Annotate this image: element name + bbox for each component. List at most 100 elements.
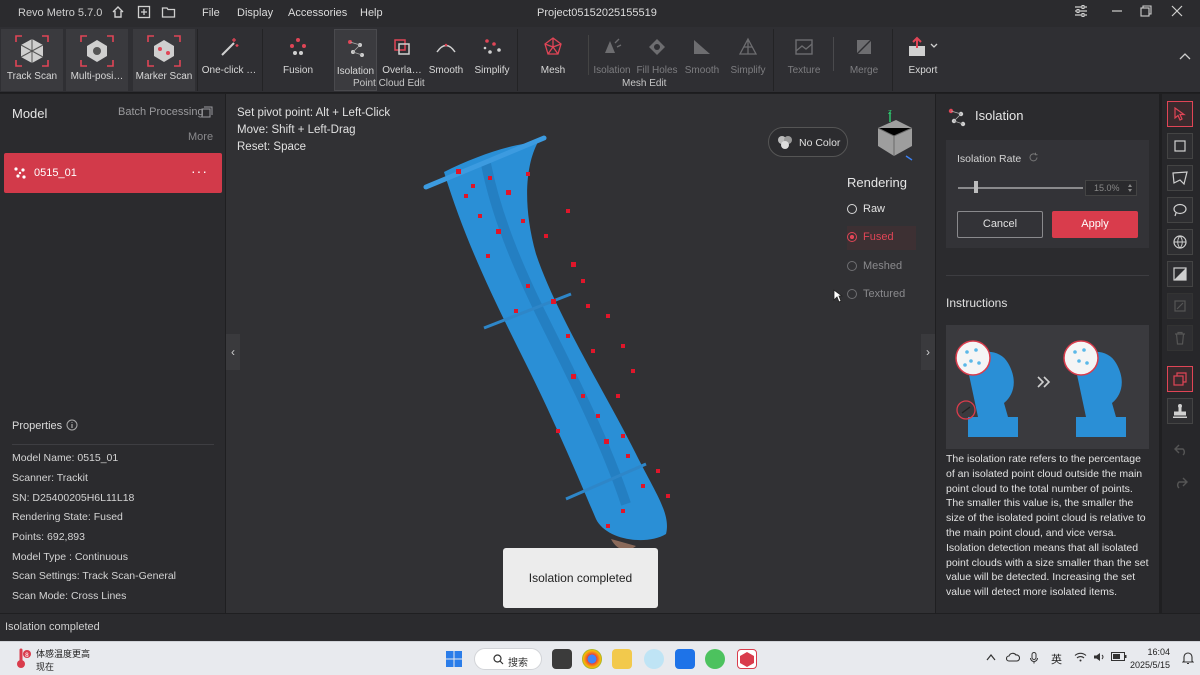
toolbar-separator (517, 29, 518, 91)
view-cube[interactable]: z (866, 108, 920, 165)
reset-rate-icon[interactable] (1028, 152, 1039, 166)
weather-line-1: 体感温度更高 (36, 649, 91, 659)
undo-icon[interactable] (1174, 444, 1188, 459)
mesh-button[interactable]: Mesh (537, 29, 569, 91)
chrome-icon[interactable] (582, 649, 602, 669)
layers-icon (1173, 372, 1187, 386)
rendering-fused-label: Fused (863, 231, 894, 243)
export-button[interactable]: Export (904, 29, 942, 91)
point-cloud-icon (12, 165, 28, 184)
file-explorer-icon[interactable] (612, 649, 632, 669)
home-icon[interactable] (110, 5, 126, 21)
wifi-icon[interactable] (1074, 652, 1087, 665)
marker-scan-label: Marker Scan (135, 71, 193, 82)
collapse-left-panel-button[interactable]: ‹ (226, 334, 240, 370)
radio-fused (847, 232, 857, 242)
brush-select-button[interactable] (1167, 229, 1193, 255)
menu-display[interactable]: Display (237, 7, 273, 19)
polygon-select-button[interactable] (1167, 165, 1193, 191)
collapse-right-panel-button[interactable]: › (921, 334, 935, 370)
isolation-rate-input[interactable]: 15.0% (1085, 180, 1137, 196)
collapse-ribbon-icon[interactable] (1176, 47, 1194, 65)
revo-metro-taskbar-icon[interactable] (737, 649, 757, 669)
open-folder-icon[interactable] (160, 5, 176, 21)
restore-icon[interactable] (1137, 4, 1155, 22)
batch-processing-icon[interactable] (201, 106, 213, 121)
pointer-select-button[interactable] (1167, 101, 1193, 127)
rectangle-select-button[interactable] (1167, 133, 1193, 159)
no-color-toggle[interactable]: No Color (768, 127, 848, 157)
track-scan-icon (13, 33, 51, 69)
apply-button[interactable]: Apply (1052, 211, 1138, 238)
stamp-icon (1173, 404, 1187, 418)
mesh-smooth-icon (684, 31, 720, 63)
clock-time: 16:04 (1147, 647, 1170, 657)
multi-position-button[interactable]: Multi-posi… (66, 29, 128, 91)
battery-icon[interactable] (1111, 652, 1127, 664)
batch-processing-button[interactable]: Batch Processing (118, 106, 204, 118)
track-scan-button[interactable]: Track Scan (1, 29, 63, 91)
input-method-label[interactable]: 英 (1051, 651, 1062, 667)
one-click-button[interactable]: One-click … (201, 29, 257, 91)
spinner-icon[interactable] (1127, 183, 1133, 197)
onedrive-icon[interactable] (1005, 652, 1021, 665)
simplify-icon (474, 31, 510, 63)
marker-scan-button[interactable]: Marker Scan (133, 29, 195, 91)
model-item-menu-button[interactable]: ··· (191, 163, 208, 179)
mesh-simplify-button[interactable]: Simplify (728, 29, 768, 91)
rendering-raw-option[interactable]: Raw (847, 198, 917, 222)
rendering-title: Rendering (847, 175, 907, 190)
menu-file[interactable]: File (202, 7, 220, 19)
tray-chevron-icon[interactable] (986, 652, 996, 664)
messenger-app-icon[interactable] (675, 649, 695, 669)
fusion-button[interactable]: Fusion (278, 29, 318, 91)
rendering-raw-label: Raw (863, 203, 886, 215)
rendering-textured-option[interactable]: Textured (847, 283, 917, 307)
lasso-select-button[interactable] (1167, 197, 1193, 223)
texture-button[interactable]: Texture (786, 29, 822, 91)
rendering-meshed-option[interactable]: Meshed (847, 255, 917, 279)
close-icon[interactable] (1168, 4, 1186, 22)
system-clock[interactable]: 16:04 2025/5/15 (1130, 646, 1170, 672)
model-list-item[interactable]: 0515_01 ··· (4, 153, 222, 193)
new-project-icon[interactable] (136, 5, 152, 21)
scanned-model[interactable] (226, 94, 935, 613)
settings-sliders-icon[interactable] (1072, 4, 1090, 22)
svg-text:8: 8 (25, 652, 29, 659)
menu-help[interactable]: Help (360, 7, 383, 19)
texture-label: Texture (787, 65, 821, 76)
more-button[interactable]: More (188, 131, 213, 143)
toolbar-separator (833, 37, 834, 71)
minimize-icon[interactable] (1108, 4, 1126, 22)
simplify-button[interactable]: Simplify (472, 29, 512, 91)
cloud-app-icon[interactable] (644, 649, 664, 669)
info-icon[interactable] (66, 419, 78, 434)
stamp-button[interactable] (1167, 398, 1193, 424)
search-icon (493, 654, 504, 668)
color-circles-icon (777, 135, 793, 152)
rendering-fused-option[interactable]: Fused (847, 226, 916, 250)
notification-bell-icon[interactable] (1181, 651, 1195, 668)
mesh-smooth-button[interactable]: Smooth (684, 29, 720, 91)
start-icon[interactable] (445, 650, 463, 671)
wechat-icon[interactable] (705, 649, 725, 669)
menu-accessories[interactable]: Accessories (288, 7, 347, 19)
weather-icon[interactable]: 8 (13, 648, 33, 673)
isolation-select-button[interactable] (1167, 366, 1193, 392)
redo-icon[interactable] (1174, 477, 1188, 492)
isolation-rate-slider-thumb[interactable] (974, 181, 978, 193)
microphone-icon[interactable] (1030, 652, 1038, 667)
delete-button[interactable] (1167, 325, 1193, 351)
3d-viewport[interactable]: Set pivot point: Alt + Left-Click Move: … (226, 94, 935, 613)
isolation-completed-toast: Isolation completed (503, 548, 658, 608)
isolation-icon (338, 32, 374, 64)
volume-icon[interactable] (1093, 652, 1106, 665)
taskbar-search[interactable]: 搜索 (474, 648, 542, 670)
smooth-button[interactable]: Smooth (428, 29, 464, 91)
clear-selection-button[interactable] (1167, 293, 1193, 319)
invert-selection-button[interactable] (1167, 261, 1193, 287)
merge-button[interactable]: Merge (848, 29, 880, 91)
cancel-button[interactable]: Cancel (957, 211, 1043, 238)
prop-scan-mode: Scan Mode: Cross Lines (12, 590, 127, 602)
task-view-icon[interactable] (552, 649, 572, 669)
